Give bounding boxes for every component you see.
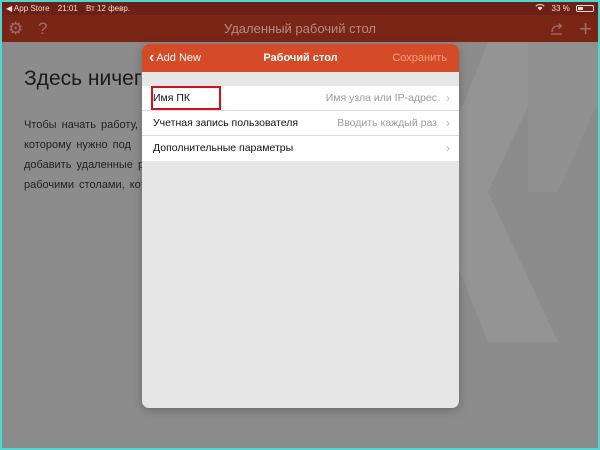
- row-label: Учетная запись пользователя: [153, 117, 299, 129]
- wifi-icon: [535, 4, 547, 13]
- pc-name-row[interactable]: Имя ПК Имя узла или IP-адрес ›: [142, 86, 459, 111]
- chevron-right-icon: ›: [446, 116, 450, 130]
- nav-bar: ⚙ ? Удаленный рабочий стол +: [2, 15, 598, 42]
- modal-header: ‹ Add New Рабочий стол Сохранить: [142, 44, 459, 72]
- plus-icon[interactable]: +: [579, 15, 592, 42]
- empty-state-line: добавить удаленные р: [24, 159, 145, 171]
- ipad-screen: ◀ App Store 21:01 Вт 12 февр. 33 % ⚙ ? У…: [2, 2, 598, 448]
- battery-icon: [576, 5, 594, 12]
- add-new-back-button[interactable]: ‹ Add New: [149, 44, 201, 72]
- status-time: 21:01: [57, 4, 78, 13]
- chevron-right-icon: ›: [446, 91, 450, 105]
- row-label: Имя ПК: [153, 92, 191, 104]
- chevron-right-icon: ›: [446, 141, 450, 155]
- back-button-label: Add New: [156, 52, 201, 64]
- add-desktop-modal: ‹ Add New Рабочий стол Сохранить Имя ПК И…: [142, 44, 459, 408]
- empty-state-line: рабочими столами, кот: [24, 179, 146, 191]
- empty-state-text: Чтобы начать работу, которому нужно под …: [24, 115, 146, 195]
- user-account-row[interactable]: Учетная запись пользователя Вводить кажд…: [142, 111, 459, 136]
- nav-title: Удаленный рабочий стол: [223, 21, 377, 36]
- row-value: Имя узла или IP-адрес: [325, 92, 437, 104]
- row-value: Вводить каждый раз: [337, 117, 437, 129]
- save-button[interactable]: Сохранить: [392, 44, 447, 72]
- empty-state-heading: Здесь ничег: [24, 67, 142, 90]
- status-bar: ◀ App Store 21:01 Вт 12 февр. 33 %: [2, 2, 598, 15]
- additional-settings-row[interactable]: Дополнительные параметры ›: [142, 136, 459, 161]
- empty-state-line: Чтобы начать работу,: [24, 119, 139, 131]
- empty-state-line: которому нужно под: [24, 139, 131, 151]
- chevron-left-icon: ‹: [149, 49, 155, 66]
- status-date: Вт 12 февр.: [86, 4, 131, 13]
- refresh-icon[interactable]: [549, 15, 564, 42]
- back-to-app-link[interactable]: ◀ App Store: [6, 4, 50, 13]
- settings-list: Имя ПК Имя узла или IP-адрес › Учетная з…: [142, 86, 459, 161]
- battery-percent: 33 %: [551, 4, 570, 13]
- row-label: Дополнительные параметры: [153, 142, 294, 154]
